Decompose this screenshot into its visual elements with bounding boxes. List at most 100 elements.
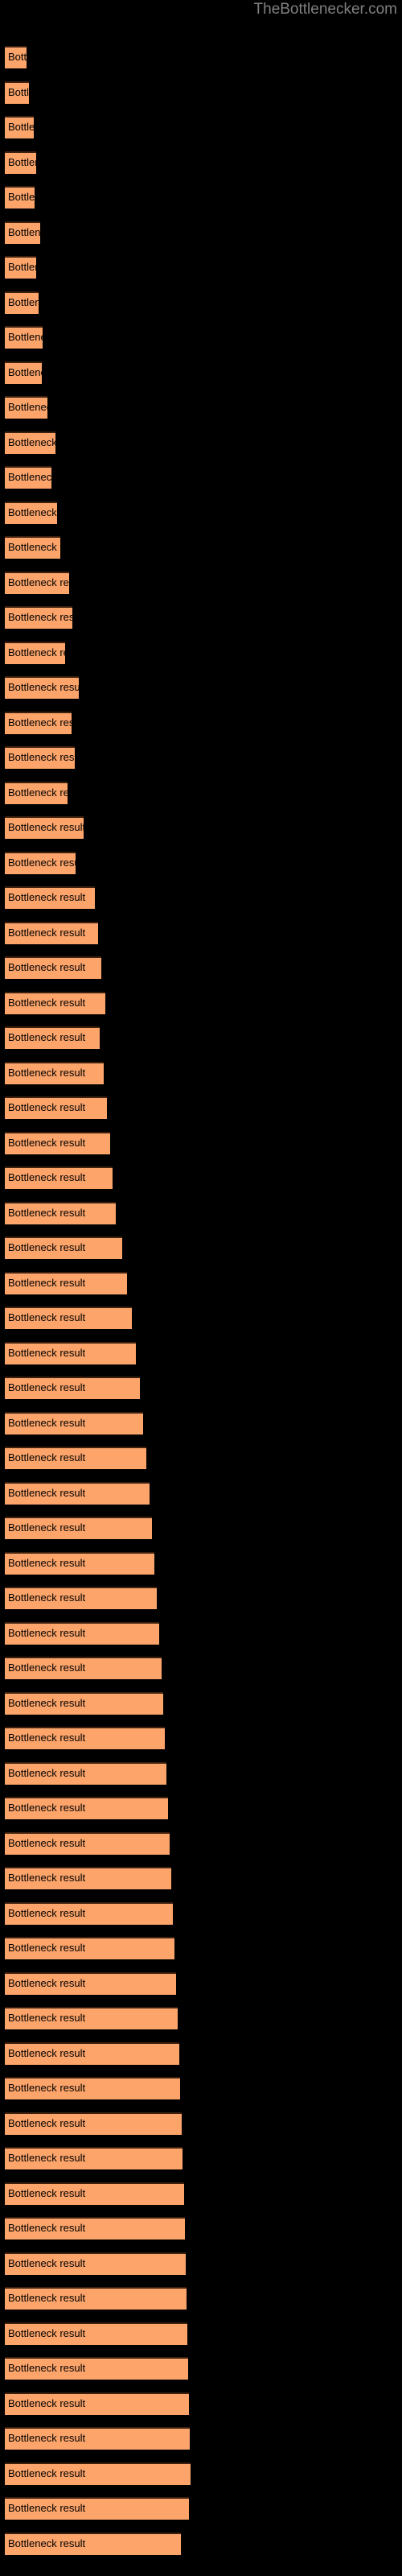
bar-label: Bottleneck result	[8, 471, 51, 483]
bar-label-clip: Bottleneck result	[5, 1412, 143, 1435]
bar-label: Bottleneck result	[8, 2396, 86, 2409]
bar-label-clip: Bottleneck result	[5, 81, 29, 104]
bar-label-clip: Bottleneck result	[5, 1447, 146, 1469]
bar-label: Bottleneck result	[8, 1031, 86, 1043]
bar-label: Bottleneck result	[8, 2046, 86, 2059]
bar-label-clip: Bottleneck result	[5, 466, 51, 489]
bar-label: Bottleneck result	[8, 821, 84, 833]
bar-label: Bottleneck result	[8, 2116, 86, 2129]
bar-label: Bottleneck result	[8, 2222, 86, 2234]
bar-label-clip: Bottleneck result	[5, 1236, 122, 1259]
bar-label: Bottleneck result	[8, 2362, 86, 2374]
bar-label: Bottleneck result	[8, 1416, 86, 1429]
bar-label: Bottleneck result	[8, 51, 27, 63]
bar-label-clip: Bottleneck result	[5, 1517, 152, 1539]
bar-label-clip: Bottleneck result	[5, 2392, 189, 2415]
bar-label-clip: Bottleneck result	[5, 536, 60, 559]
bar-label-clip: Bottleneck result	[5, 1902, 173, 1925]
bar-label-clip: Bottleneck result	[5, 992, 105, 1014]
bar-label-clip: Bottleneck result	[5, 2533, 181, 2555]
bar-label: Bottleneck result	[8, 1451, 86, 1463]
bar-label-clip: Bottleneck result	[5, 2287, 187, 2310]
bar-label-clip: Bottleneck result	[5, 642, 65, 664]
bar-label-clip: Bottleneck result	[5, 2007, 178, 2029]
bar-label-clip: Bottleneck result	[5, 1096, 107, 1119]
bar-label-clip: Bottleneck result	[5, 1657, 162, 1679]
bar-label-clip: Bottleneck result	[5, 1692, 163, 1715]
bar-label: Bottleneck result	[8, 1766, 86, 1779]
bar-label: Bottleneck result	[8, 541, 60, 553]
bar-label-clip: Bottleneck result	[5, 2462, 191, 2485]
bar-label-clip: Bottleneck result	[5, 1797, 168, 1819]
bar-label-clip: Bottleneck result	[5, 1867, 171, 1889]
bar-label-clip: Bottleneck result	[5, 1026, 100, 1049]
bottleneck-bar-chart: Bottleneck result Bottleneck result Bottle…	[0, 0, 402, 2576]
bar-label: Bottleneck result	[8, 646, 65, 658]
bar-label: Bottleneck result	[8, 295, 39, 308]
bar-label-clip: Bottleneck result	[5, 1342, 136, 1364]
bar-label-clip: Bottleneck result	[5, 1622, 159, 1645]
bar-label-clip: Bottleneck result	[5, 746, 75, 769]
bar-label-clip: Bottleneck result	[5, 46, 27, 68]
bar-label: Bottleneck result	[8, 506, 57, 518]
bar-label: Bottleneck result	[8, 261, 36, 273]
bar-label-clip: Bottleneck result	[5, 2077, 180, 2099]
bar-label-clip: Bottleneck result	[5, 2217, 185, 2240]
bar-label: Bottleneck result	[8, 1521, 86, 1534]
bar-label-clip: Bottleneck result	[5, 1727, 165, 1749]
bar-label-clip: Bottleneck result	[5, 2357, 188, 2380]
bar-label-clip: Bottleneck result	[5, 606, 72, 629]
bar-label: Bottleneck result	[8, 856, 76, 869]
bar-label: Bottleneck result	[8, 1976, 86, 1989]
bar-label-clip: Bottleneck result	[5, 291, 39, 314]
bar-label: Bottleneck result	[8, 1206, 86, 1219]
bar-label-clip: Bottleneck result	[5, 1062, 104, 1084]
bar-label-clip: Bottleneck result	[5, 2497, 189, 2520]
bar-label: Bottleneck result	[8, 1662, 86, 1674]
bar-label: Bottleneck result	[8, 681, 79, 693]
bar-label: Bottleneck result	[8, 1171, 86, 1183]
bar-label-clip: Bottleneck result	[5, 1132, 110, 1154]
bar-label: Bottleneck result	[8, 751, 75, 763]
bar-label: Bottleneck result	[8, 1836, 86, 1849]
bar-label-clip: Bottleneck result	[5, 431, 55, 454]
bar-label: Bottleneck result	[8, 401, 47, 413]
bar-label: Bottleneck result	[8, 1906, 86, 1919]
bar-label: Bottleneck result	[8, 1381, 86, 1393]
bar-label: Bottleneck result	[8, 996, 86, 1009]
bar-label: Bottleneck result	[8, 1486, 86, 1499]
bar-label: Bottleneck result	[8, 2432, 86, 2444]
bar-label-clip: Bottleneck result	[5, 712, 72, 734]
bar-label: Bottleneck result	[8, 961, 86, 973]
bar-label: Bottleneck result	[8, 1136, 86, 1149]
bar-label: Bottleneck result	[8, 2012, 86, 2024]
bar-label: Bottleneck result	[8, 1066, 86, 1079]
bar-label-clip: Bottleneck result	[5, 256, 36, 279]
bar-label: Bottleneck result	[8, 191, 35, 203]
bar-label: Bottleneck result	[8, 155, 36, 168]
bar-label-clip: Bottleneck result	[5, 1482, 150, 1505]
bar-label: Bottleneck result	[8, 331, 43, 343]
bar-label-clip: Bottleneck result	[5, 2322, 187, 2345]
bar-label: Bottleneck result	[8, 1942, 86, 1954]
bar-label-clip: Bottleneck result	[5, 186, 35, 208]
bar-label-clip: Bottleneck result	[5, 396, 47, 419]
bar-label: Bottleneck result	[8, 225, 40, 238]
bar-label-clip: Bottleneck result	[5, 1166, 113, 1189]
bar-label-clip: Bottleneck result	[5, 816, 84, 839]
bar-label-clip: Bottleneck result	[5, 2182, 184, 2205]
bar-label-clip: Bottleneck result	[5, 1762, 166, 1785]
bar-label: Bottleneck result	[8, 1732, 86, 1744]
bar-label: Bottleneck result	[8, 891, 86, 903]
bar-label-clip: Bottleneck result	[5, 1832, 170, 1855]
bar-label-clip: Bottleneck result	[5, 116, 34, 138]
bar-label: Bottleneck result	[8, 926, 86, 939]
bar-label: Bottleneck result	[8, 1101, 86, 1113]
bar-label-clip: Bottleneck result	[5, 1307, 132, 1329]
bar-label-clip: Bottleneck result	[5, 1552, 154, 1575]
bar-label: Bottleneck result	[8, 436, 55, 448]
bar-label-clip: Bottleneck result	[5, 502, 57, 524]
bar-label-clip: Bottleneck result	[5, 1202, 116, 1224]
bar-label: Bottleneck result	[8, 1802, 86, 1814]
bar-label-clip: Bottleneck result	[5, 2252, 186, 2275]
